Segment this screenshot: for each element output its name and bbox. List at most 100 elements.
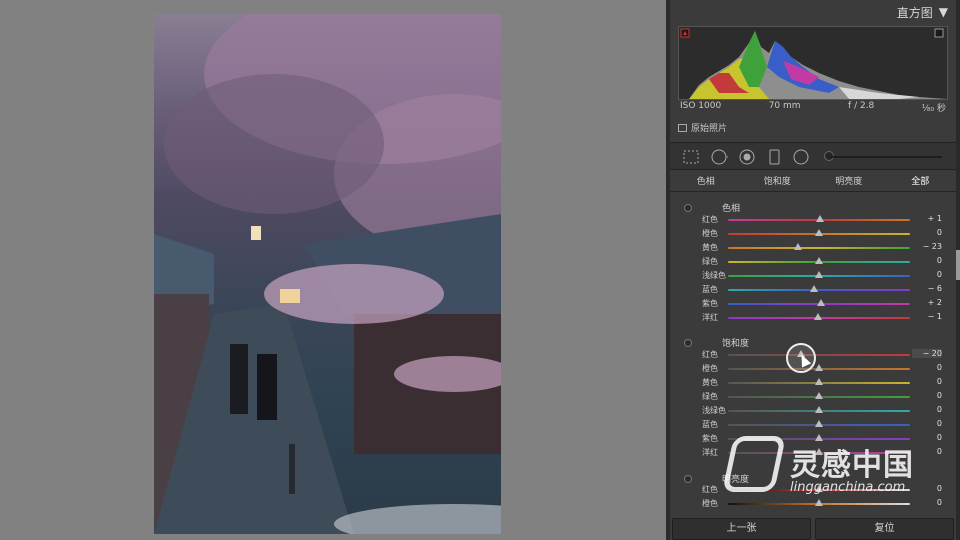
focal-readout: 70 mm bbox=[768, 101, 801, 111]
hue-slider-handle[interactable] bbox=[815, 271, 823, 278]
hue-slider-value[interactable]: − 23 bbox=[912, 242, 942, 251]
reset-button[interactable]: 复位 bbox=[815, 518, 954, 540]
hue-slider-label: 紫色 bbox=[702, 299, 718, 308]
hue-slider-label: 橙色 bbox=[702, 229, 718, 238]
saturation-slider-value[interactable]: 0 bbox=[912, 363, 942, 372]
watermark: 灵感中国 lingganchina.com bbox=[722, 436, 960, 500]
hue-slider-track[interactable] bbox=[728, 247, 910, 249]
shutter-readout: ¹⁄₈₀ 秒 bbox=[921, 104, 946, 114]
watermark-logo-icon bbox=[722, 436, 786, 492]
saturation-slider-value[interactable]: − 20 bbox=[912, 349, 942, 358]
watermark-text: 灵感中国 bbox=[790, 448, 914, 483]
saturation-slider-value[interactable]: 0 bbox=[912, 391, 942, 400]
hue-slider-label: 绿色 bbox=[702, 257, 718, 266]
saturation-slider-row: 蓝色 0 bbox=[670, 418, 956, 432]
saturation-slider-label: 橙色 bbox=[702, 364, 718, 373]
tab-all[interactable]: 全部 bbox=[885, 172, 957, 191]
saturation-slider-label: 紫色 bbox=[702, 434, 718, 443]
original-photo-label: 原始照片 bbox=[691, 124, 728, 134]
saturation-slider-row: 黄色 0 bbox=[670, 376, 956, 390]
saturation-slider-value[interactable]: 0 bbox=[912, 405, 942, 414]
luminance-target-adjust-icon[interactable] bbox=[684, 474, 692, 483]
tab-saturation[interactable]: 饱和度 bbox=[742, 172, 814, 191]
hue-slider-value[interactable]: 0 bbox=[912, 270, 942, 279]
luminance-slider-handle[interactable] bbox=[815, 499, 823, 506]
histogram[interactable] bbox=[678, 26, 948, 100]
hue-slider-handle[interactable] bbox=[809, 285, 818, 292]
tab-luminance[interactable]: 明亮度 bbox=[813, 172, 885, 191]
hue-slider-label: 红色 bbox=[702, 215, 718, 224]
hue-slider-row: 浅绿色 0 bbox=[670, 269, 956, 283]
saturation-target-adjust-icon[interactable] bbox=[684, 338, 692, 347]
red-eye-icon[interactable] bbox=[738, 148, 756, 166]
hue-slider-handle[interactable] bbox=[815, 229, 823, 236]
hue-slider-row: 绿色 0 bbox=[670, 255, 956, 269]
crop-overlay-icon[interactable] bbox=[682, 148, 700, 166]
luminance-slider-label: 红色 bbox=[702, 485, 718, 494]
saturation-slider-track[interactable] bbox=[728, 354, 910, 356]
graduated-filter-icon[interactable] bbox=[766, 148, 784, 166]
photo-image bbox=[154, 14, 501, 534]
previous-button[interactable]: 上一张 bbox=[672, 518, 811, 540]
saturation-slider-row: 浅绿色 0 bbox=[670, 404, 956, 418]
radial-filter-icon[interactable] bbox=[792, 148, 810, 166]
spot-removal-icon[interactable] bbox=[710, 148, 728, 166]
hue-slider-handle[interactable] bbox=[794, 243, 803, 250]
hue-slider-value[interactable]: − 6 bbox=[912, 284, 942, 293]
hue-slider-handle[interactable] bbox=[816, 299, 825, 306]
histogram-graph bbox=[680, 28, 947, 99]
aperture-readout: f / 2.8 bbox=[848, 101, 875, 111]
hue-slider-handle[interactable] bbox=[814, 313, 823, 320]
hue-slider-handle[interactable] bbox=[815, 215, 824, 222]
hue-slider-label: 黄色 bbox=[702, 243, 718, 252]
hue-slider-label: 浅绿色 bbox=[702, 271, 726, 280]
saturation-slider-row: 绿色 0 bbox=[670, 390, 956, 404]
saturation-slider-handle[interactable] bbox=[815, 406, 823, 413]
bottom-button-bar: 上一张 复位 bbox=[670, 518, 956, 540]
saturation-slider-handle[interactable] bbox=[815, 420, 823, 427]
tool-slider-track[interactable] bbox=[830, 156, 942, 158]
saturation-slider-value[interactable]: 0 bbox=[912, 419, 942, 428]
hue-slider-track[interactable] bbox=[728, 289, 910, 291]
hue-slider-value[interactable]: + 1 bbox=[912, 214, 942, 223]
saturation-slider-handle[interactable] bbox=[815, 392, 823, 399]
original-photo-checkbox[interactable] bbox=[678, 123, 687, 132]
hue-slider-label: 洋红 bbox=[702, 313, 718, 322]
hue-slider-value[interactable]: 0 bbox=[912, 228, 942, 237]
histogram-header[interactable]: 直方图 ▼ bbox=[670, 0, 956, 24]
hue-slider-label: 蓝色 bbox=[702, 285, 718, 294]
tool-strip bbox=[670, 142, 956, 170]
tab-hue[interactable]: 色相 bbox=[670, 172, 742, 191]
hue-slider-row: 黄色 − 23 bbox=[670, 241, 956, 255]
hue-slider-handle[interactable] bbox=[815, 257, 823, 264]
collapse-triangle-icon[interactable]: ▼ bbox=[939, 5, 948, 19]
hue-slider-row: 洋红 − 1 bbox=[670, 311, 956, 325]
photo-preview bbox=[154, 14, 501, 534]
histogram-title: 直方图 bbox=[896, 5, 933, 20]
saturation-slider-handle[interactable] bbox=[815, 378, 823, 385]
highlight-clipping-icon bbox=[934, 28, 944, 38]
hue-slider-row: 红色 + 1 bbox=[670, 213, 956, 227]
hue-slider-value[interactable]: + 2 bbox=[912, 298, 942, 307]
panel-scrollbar-thumb[interactable] bbox=[956, 250, 960, 280]
saturation-slider-label: 红色 bbox=[702, 350, 718, 359]
saturation-slider-label: 洋红 bbox=[702, 448, 718, 457]
hue-slider-value[interactable]: 0 bbox=[912, 256, 942, 265]
watermark-url: lingganchina.com bbox=[790, 480, 906, 495]
hue-slider-row: 紫色 + 2 bbox=[670, 297, 956, 311]
original-photo-toggle[interactable]: 原始照片 bbox=[678, 121, 727, 134]
hsl-tabs: 色相 饱和度 明亮度 全部 bbox=[670, 172, 956, 192]
saturation-slider-label: 黄色 bbox=[702, 378, 718, 387]
hue-slider-value[interactable]: − 1 bbox=[912, 312, 942, 321]
photo-canvas bbox=[0, 0, 666, 540]
hue-slider-row: 蓝色 − 6 bbox=[670, 283, 956, 297]
saturation-slider-handle[interactable] bbox=[815, 364, 823, 371]
saturation-slider-label: 绿色 bbox=[702, 392, 718, 401]
iso-readout: ISO 1000 bbox=[680, 101, 722, 111]
luminance-slider-label: 橙色 bbox=[702, 499, 718, 508]
saturation-slider-label: 浅绿色 bbox=[702, 406, 726, 415]
saturation-slider-value[interactable]: 0 bbox=[912, 377, 942, 386]
saturation-slider-label: 蓝色 bbox=[702, 420, 718, 429]
exif-info: ISO 1000 70 mm f / 2.8 ¹⁄₈₀ 秒 bbox=[678, 101, 948, 117]
hue-target-adjust-icon[interactable] bbox=[684, 203, 692, 212]
